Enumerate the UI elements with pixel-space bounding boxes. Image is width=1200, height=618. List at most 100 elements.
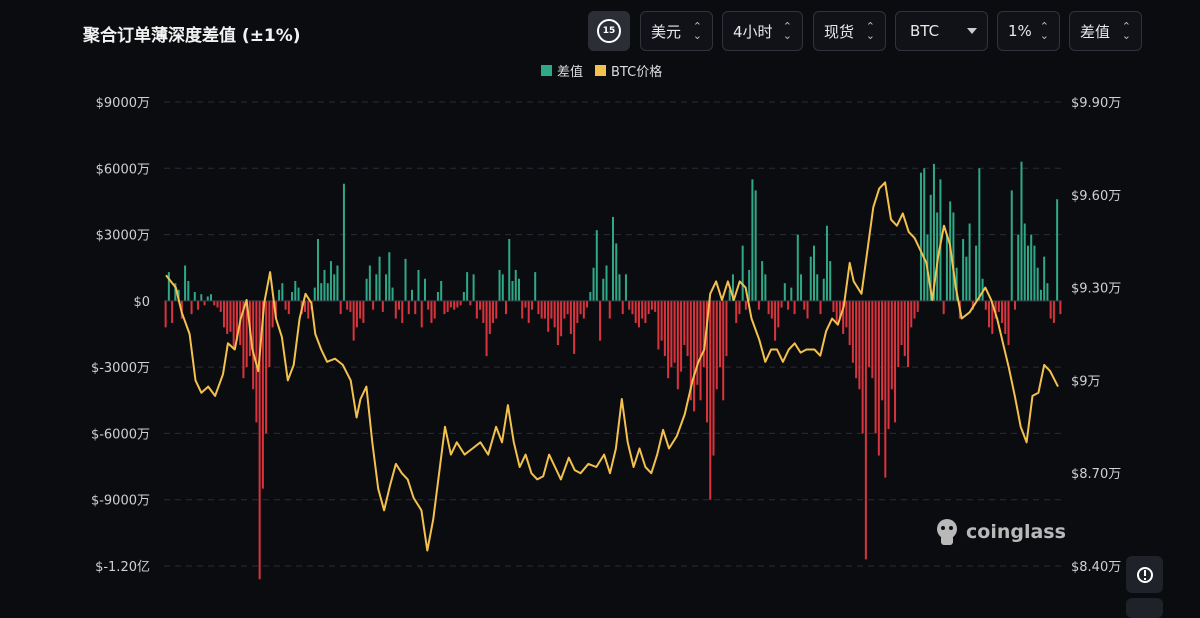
bar-negative — [884, 300, 887, 478]
bar-negative — [492, 300, 495, 323]
bar-negative — [540, 300, 543, 319]
left-tick-label: $3000万 — [96, 229, 150, 244]
bar-positive — [316, 238, 319, 301]
bar-positive — [333, 274, 336, 301]
bar-negative — [777, 300, 780, 328]
bar-positive — [281, 283, 284, 301]
bar-negative — [459, 300, 462, 306]
bar-positive — [342, 183, 345, 301]
left-tick-label: $6000万 — [96, 162, 150, 177]
bar-negative — [479, 300, 482, 310]
bar-positive — [965, 256, 968, 301]
bar-negative — [222, 300, 225, 328]
bar-negative — [628, 300, 631, 310]
bar-negative — [942, 300, 945, 315]
bar-positive — [612, 216, 615, 301]
bar-negative — [229, 300, 232, 332]
bar-positive — [796, 234, 799, 301]
bar-negative — [469, 300, 472, 306]
settings-button[interactable] — [1126, 556, 1163, 593]
bar-positive — [193, 292, 196, 301]
bar-negative — [355, 300, 358, 328]
bar-negative — [916, 300, 919, 312]
bar-positive — [417, 269, 420, 301]
bar-negative — [871, 300, 874, 379]
bar-negative — [663, 300, 666, 357]
bar-negative — [725, 300, 728, 357]
right-tick-label: $9.30万 — [1071, 282, 1121, 297]
bar-positive — [624, 274, 627, 301]
bar-positive — [615, 243, 618, 301]
bar-negative — [414, 300, 417, 315]
bar-positive — [404, 258, 407, 301]
bar-negative — [307, 300, 310, 319]
bar-positive — [472, 274, 475, 301]
left-tick-label: $-6000万 — [91, 427, 150, 442]
bar-negative — [907, 300, 910, 368]
bar-negative — [543, 300, 546, 319]
bar-negative — [832, 300, 835, 312]
bar-negative — [702, 300, 705, 368]
bar-positive — [375, 274, 378, 301]
bar-negative — [488, 300, 491, 334]
bar-negative — [654, 300, 657, 312]
bar-positive — [975, 245, 978, 301]
bar-negative — [683, 300, 686, 346]
bar-negative — [997, 300, 1000, 312]
bar-negative — [569, 300, 572, 334]
bar-negative — [443, 300, 446, 315]
bar-positive — [1026, 245, 1029, 301]
bar-negative — [718, 300, 721, 368]
bar-positive — [978, 168, 981, 301]
bar-positive — [595, 230, 598, 301]
bar-negative — [803, 300, 806, 310]
bar-negative — [877, 300, 880, 456]
bar-positive — [423, 278, 426, 301]
bar-negative — [984, 300, 987, 310]
bar-negative — [644, 300, 647, 323]
bar-negative — [284, 300, 287, 310]
right-tick-label: $8.40万 — [1071, 560, 1121, 575]
left-tick-label: $9000万 — [96, 96, 150, 111]
bar-negative — [171, 300, 174, 323]
extra-tool-button[interactable] — [1126, 598, 1163, 618]
bar-negative — [855, 300, 858, 379]
bar-negative — [537, 300, 540, 315]
bar-negative — [352, 300, 355, 341]
bar-negative — [456, 300, 459, 308]
coinglass-logo-icon — [937, 519, 957, 545]
bar-negative — [582, 300, 585, 319]
right-tick-label: $8.70万 — [1071, 467, 1121, 482]
bar-negative — [634, 300, 637, 323]
bar-negative — [216, 300, 219, 308]
bar-negative — [475, 300, 478, 319]
bar-negative — [774, 300, 777, 341]
bar-negative — [527, 300, 530, 323]
bar-negative — [864, 300, 867, 560]
bar-negative — [213, 300, 216, 306]
left-tick-label: $-9000万 — [91, 494, 150, 509]
bar-positive — [187, 280, 190, 301]
bar-positive — [291, 292, 294, 301]
bar-positive — [800, 274, 803, 301]
bar-negative — [1013, 300, 1016, 310]
bar-negative — [650, 300, 653, 310]
left-tick-label: $0 — [133, 295, 150, 310]
bar-positive — [462, 292, 465, 301]
watermark-text: coinglass — [966, 521, 1066, 543]
bar-positive — [517, 278, 520, 301]
bar-negative — [573, 300, 576, 354]
bar-negative — [203, 300, 206, 306]
bar-negative — [287, 300, 290, 315]
bar-negative — [485, 300, 488, 357]
bar-positive — [200, 294, 203, 301]
bar-positive — [365, 278, 368, 301]
bar-positive — [313, 287, 316, 301]
bar-negative — [608, 300, 611, 319]
bar-negative — [686, 300, 689, 357]
bar-negative — [793, 300, 796, 315]
bar-negative — [715, 300, 718, 390]
bar-negative — [268, 300, 271, 368]
bar-negative — [621, 300, 624, 315]
bar-positive — [440, 280, 443, 301]
